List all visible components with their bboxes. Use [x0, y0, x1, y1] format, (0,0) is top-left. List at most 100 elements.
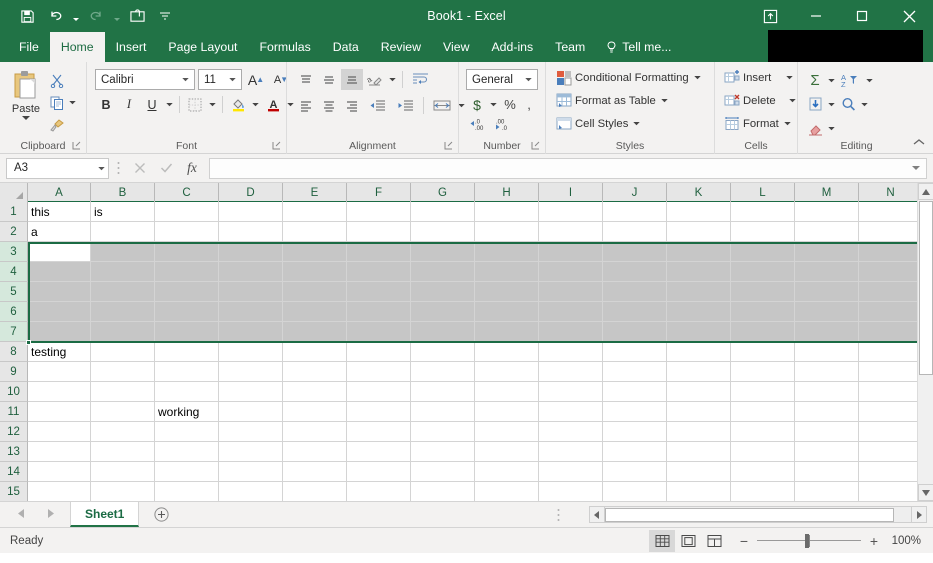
select-all-button[interactable]	[0, 183, 28, 202]
cell-G2[interactable]	[411, 222, 475, 242]
cell-A2[interactable]: a	[28, 222, 91, 242]
cell-I6[interactable]	[539, 302, 603, 322]
align-right-button[interactable]	[341, 95, 363, 116]
column-header-N[interactable]: N	[859, 183, 917, 202]
ribbon-display-options-icon[interactable]	[747, 0, 793, 32]
fill-color-button[interactable]	[227, 94, 249, 115]
cell-L13[interactable]	[731, 442, 795, 462]
wrap-text-button[interactable]	[407, 69, 434, 90]
cell-F3[interactable]	[347, 242, 411, 262]
format-painter-button[interactable]	[47, 114, 81, 135]
font-dialog-launcher-icon[interactable]	[272, 141, 282, 151]
format-dropdown-icon[interactable]	[782, 113, 793, 134]
underline-dropdown-icon[interactable]	[164, 94, 175, 115]
cell-C6[interactable]	[155, 302, 219, 322]
cell-F7[interactable]	[347, 322, 411, 342]
expand-formula-bar-icon[interactable]	[909, 165, 923, 171]
formula-input[interactable]	[209, 157, 927, 179]
cell-J4[interactable]	[603, 262, 667, 282]
copy-dropdown-icon[interactable]	[67, 92, 78, 113]
column-header-I[interactable]: I	[539, 183, 603, 202]
paste-button[interactable]: Paste	[5, 66, 47, 121]
cell-F6[interactable]	[347, 302, 411, 322]
cell-N6[interactable]	[859, 302, 917, 322]
cell-F15[interactable]	[347, 482, 411, 501]
cell-E1[interactable]	[283, 202, 347, 222]
cell-I3[interactable]	[539, 242, 603, 262]
cell-N14[interactable]	[859, 462, 917, 482]
paste-dropdown-icon[interactable]	[22, 116, 30, 121]
cell-E9[interactable]	[283, 362, 347, 382]
cell-C8[interactable]	[155, 342, 219, 362]
cut-button[interactable]	[47, 70, 81, 91]
cell-C1[interactable]	[155, 202, 219, 222]
cell-D6[interactable]	[219, 302, 283, 322]
cell-K15[interactable]	[667, 482, 731, 501]
cell-J8[interactable]	[603, 342, 667, 362]
cell-I14[interactable]	[539, 462, 603, 482]
cell-K6[interactable]	[667, 302, 731, 322]
page-break-preview-button[interactable]	[701, 530, 727, 552]
cell-H13[interactable]	[475, 442, 539, 462]
cell-J10[interactable]	[603, 382, 667, 402]
cell-N12[interactable]	[859, 422, 917, 442]
next-sheet-icon[interactable]	[47, 509, 54, 520]
row-header-13[interactable]: 13	[0, 442, 28, 462]
font-size-combo[interactable]: 11	[198, 69, 242, 90]
cell-J2[interactable]	[603, 222, 667, 242]
tab-data[interactable]: Data	[322, 32, 370, 62]
cell-G13[interactable]	[411, 442, 475, 462]
cell-E14[interactable]	[283, 462, 347, 482]
cell-L8[interactable]	[731, 342, 795, 362]
cell-M13[interactable]	[795, 442, 859, 462]
customize-quick-access-toolbar-icon[interactable]	[152, 4, 178, 28]
tab-file[interactable]: File	[8, 32, 50, 62]
cell-N1[interactable]	[859, 202, 917, 222]
cell-N5[interactable]	[859, 282, 917, 302]
cell-E8[interactable]	[283, 342, 347, 362]
normal-view-button[interactable]	[649, 530, 675, 552]
confirm-entry-button[interactable]	[153, 158, 179, 179]
tab-page-layout[interactable]: Page Layout	[157, 32, 248, 62]
cell-I5[interactable]	[539, 282, 603, 302]
cell-F11[interactable]	[347, 402, 411, 422]
cell-G14[interactable]	[411, 462, 475, 482]
cell-D13[interactable]	[219, 442, 283, 462]
find-and-select-button[interactable]	[837, 94, 859, 115]
cell-H8[interactable]	[475, 342, 539, 362]
cell-M5[interactable]	[795, 282, 859, 302]
scroll-left-button[interactable]	[589, 506, 605, 523]
cell-N3[interactable]	[859, 242, 917, 262]
italic-button[interactable]: I	[118, 94, 140, 115]
cell-B15[interactable]	[91, 482, 155, 501]
redo-icon[interactable]	[83, 4, 109, 28]
cell-F13[interactable]	[347, 442, 411, 462]
cell-M15[interactable]	[795, 482, 859, 501]
undo-dropdown-icon[interactable]	[70, 4, 81, 28]
cell-C13[interactable]	[155, 442, 219, 462]
column-header-C[interactable]: C	[155, 183, 219, 202]
cell-B1[interactable]: is	[91, 202, 155, 222]
cell-D4[interactable]	[219, 262, 283, 282]
cell-J14[interactable]	[603, 462, 667, 482]
number-format-dropdown-icon[interactable]	[522, 77, 535, 82]
cell-J5[interactable]	[603, 282, 667, 302]
column-header-K[interactable]: K	[667, 183, 731, 202]
cell-E13[interactable]	[283, 442, 347, 462]
cancel-entry-button[interactable]	[127, 158, 153, 179]
cell-J12[interactable]	[603, 422, 667, 442]
cell-B11[interactable]	[91, 402, 155, 422]
align-center-button[interactable]	[318, 95, 340, 116]
cell-I13[interactable]	[539, 442, 603, 462]
cell-B13[interactable]	[91, 442, 155, 462]
insert-dropdown-icon[interactable]	[784, 67, 795, 88]
cell-G6[interactable]	[411, 302, 475, 322]
cell-K13[interactable]	[667, 442, 731, 462]
cell-H11[interactable]	[475, 402, 539, 422]
cell-I11[interactable]	[539, 402, 603, 422]
cell-I9[interactable]	[539, 362, 603, 382]
cell-H7[interactable]	[475, 322, 539, 342]
add-sheet-button[interactable]	[153, 507, 169, 523]
cell-I4[interactable]	[539, 262, 603, 282]
cell-B12[interactable]	[91, 422, 155, 442]
